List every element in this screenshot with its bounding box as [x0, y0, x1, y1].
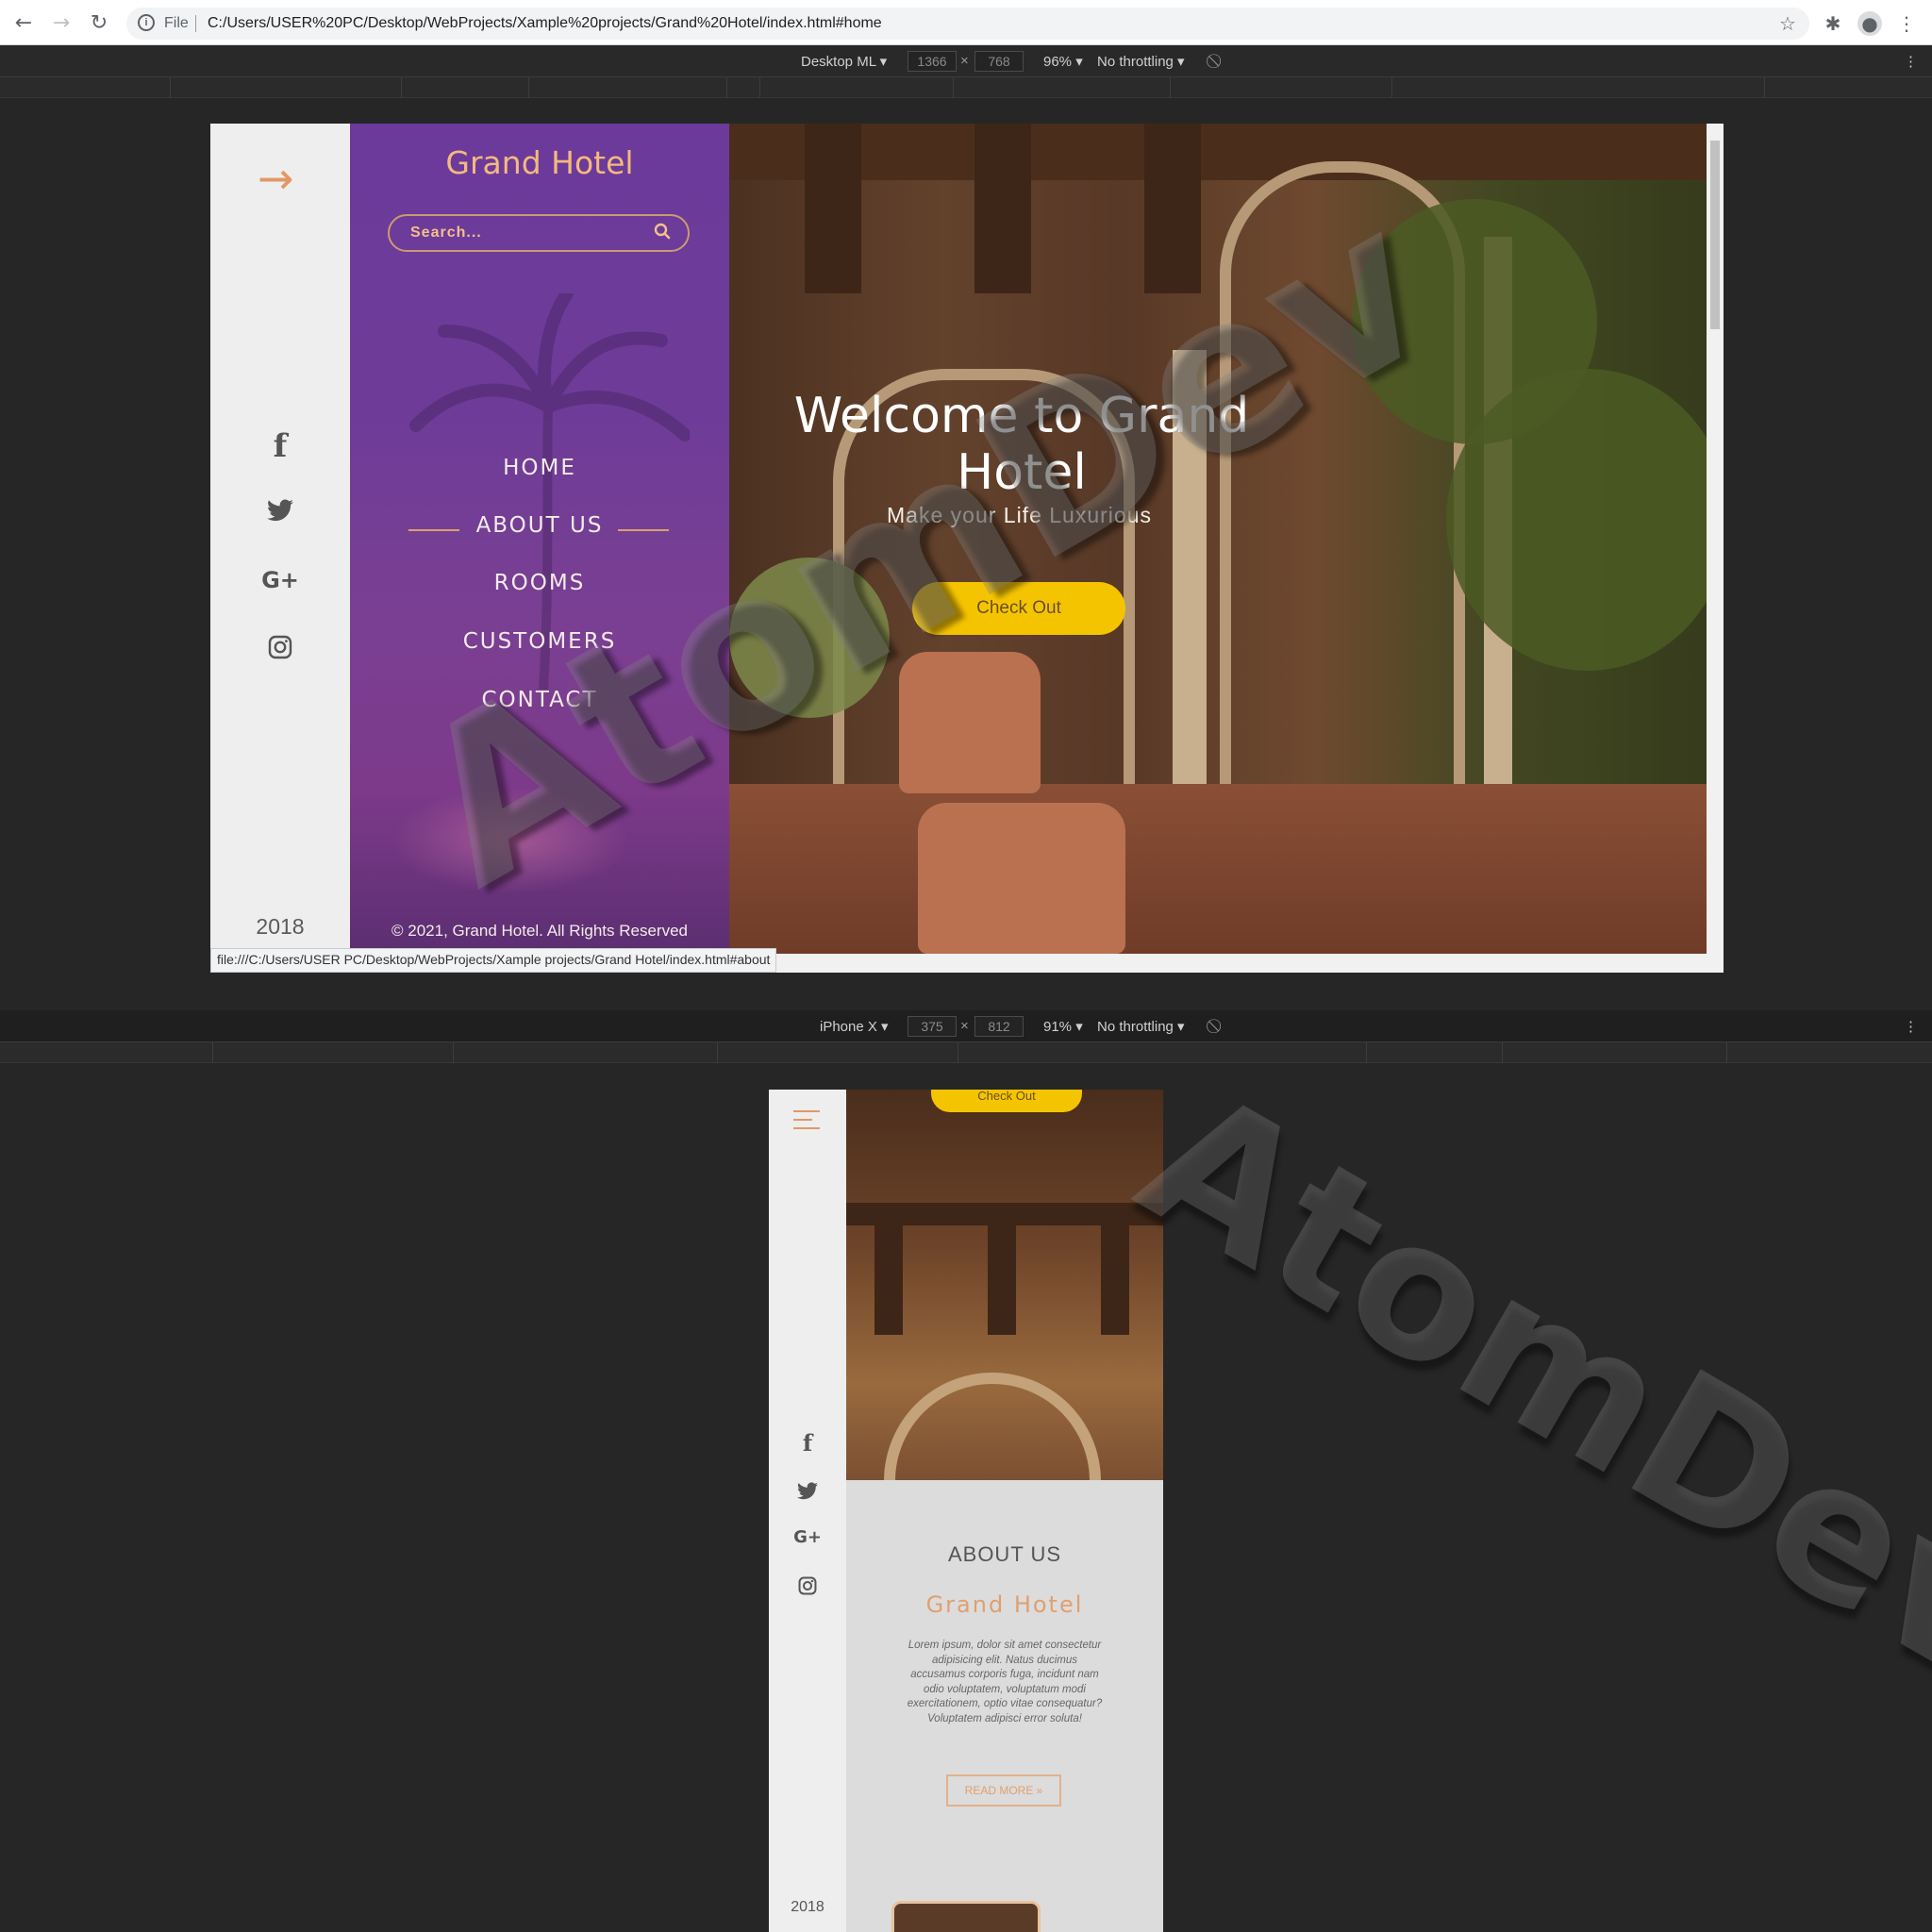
- social-rail: → f G+ 2018: [210, 124, 350, 954]
- throttling-select[interactable]: No throttling ▾: [1097, 53, 1185, 70]
- device-more-icon[interactable]: ⋮: [1904, 1018, 1918, 1035]
- status-bar-url: file:///C:/Users/USER PC/Desktop/WebProj…: [210, 948, 777, 973]
- more-menu-icon[interactable]: ⋮: [1894, 11, 1919, 36]
- floor: [729, 784, 1707, 954]
- flower-arrangement: [729, 558, 890, 718]
- about-brand: Grand Hotel: [925, 1591, 1084, 1618]
- address-bar[interactable]: i File C:/Users/USER%20PC/Desktop/WebPro…: [126, 8, 1809, 40]
- site-info-icon[interactable]: i: [138, 14, 155, 31]
- height-input[interactable]: 812: [974, 1016, 1024, 1037]
- throttling-select[interactable]: No throttling ▾: [1097, 1018, 1185, 1035]
- browser-toolbar: ← → ↻ i File C:/Users/USER%20PC/Desktop/…: [0, 0, 1932, 45]
- bookmark-star-icon[interactable]: ☆: [1775, 11, 1800, 36]
- google-plus-icon[interactable]: G+: [258, 567, 303, 593]
- device-toolbar-mobile: iPhone X ▾ 375 × 812 91% ▾ No throttling…: [0, 1010, 1932, 1042]
- device-select[interactable]: Desktop ML ▾: [801, 53, 887, 70]
- social-rail: f G+ 2018: [769, 1090, 846, 1932]
- dimension-times: ×: [960, 1018, 969, 1034]
- about-section: ABOUT US Grand Hotel Lorem ipsum, dolor …: [846, 1480, 1163, 1932]
- instagram-icon[interactable]: [789, 1576, 826, 1595]
- twitter-icon[interactable]: [261, 499, 299, 522]
- media-query-ruler: [0, 77, 1932, 98]
- facebook-icon[interactable]: f: [789, 1429, 826, 1457]
- reload-icon[interactable]: ↻: [87, 11, 111, 36]
- copyright-text: © 2021, Grand Hotel. All Rights Reserved: [391, 922, 688, 940]
- ceiling-beam: [988, 1203, 1016, 1335]
- device-toolbar-desktop: Desktop ML ▾ 1366 × 768 96% ▾ No throttl…: [0, 45, 1932, 77]
- ceiling-beam: [729, 124, 1707, 180]
- hero-subtitle: Make your Life Luxurious: [887, 503, 1152, 527]
- width-input[interactable]: 1366: [908, 51, 957, 72]
- nav-link-about[interactable]: ABOUT US: [350, 513, 729, 538]
- active-indicator-right: [618, 529, 669, 531]
- brand-logo[interactable]: Grand Hotel: [350, 144, 729, 181]
- device-more-icon[interactable]: ⋮: [1904, 53, 1918, 70]
- search-icon[interactable]: [654, 223, 671, 244]
- forward-icon[interactable]: →: [49, 11, 74, 36]
- ceiling-beam: [805, 124, 861, 293]
- twitter-icon[interactable]: [789, 1482, 826, 1500]
- scrollbar-thumb[interactable]: [1710, 141, 1720, 329]
- url-text[interactable]: C:/Users/USER%20PC/Desktop/WebProjects/X…: [208, 15, 882, 32]
- about-title: ABOUT US: [947, 1542, 1062, 1566]
- hero-section: Welcome to Grand Hotel Make your Life Lu…: [729, 124, 1707, 954]
- ceiling-beam: [1101, 1203, 1129, 1335]
- nav-link-rooms[interactable]: ROOMS: [350, 571, 729, 595]
- profile-avatar-icon[interactable]: ●: [1857, 11, 1882, 36]
- file-label: File: [164, 15, 189, 31]
- mobile-viewport: f G+ 2018 Check Out ABOUT US Grand Hotel…: [769, 1090, 1163, 1932]
- device-select[interactable]: iPhone X ▾: [820, 1018, 889, 1035]
- ceiling-beam: [874, 1203, 903, 1335]
- hero-title: Welcome to Grand Hotel: [793, 388, 1250, 501]
- height-input[interactable]: 768: [974, 51, 1024, 72]
- armchair: [899, 652, 1041, 793]
- check-out-button[interactable]: Check Out: [912, 582, 1125, 635]
- read-more-button[interactable]: READ MORE »: [946, 1774, 1061, 1807]
- watermark-text: AtomDev: [1107, 1047, 1932, 1723]
- check-out-button[interactable]: Check Out: [931, 1090, 1082, 1112]
- year-label: 2018: [256, 914, 305, 939]
- nav-link-customers[interactable]: CUSTOMERS: [350, 629, 729, 654]
- ceiling-beam: [974, 124, 1031, 293]
- desktop-viewport: → f G+ 2018 Grand Hotel Search... HOME A…: [210, 124, 1724, 973]
- nav-link-contact[interactable]: CONTACT: [350, 688, 729, 712]
- media-query-ruler: [0, 1042, 1932, 1063]
- year-label: 2018: [791, 1899, 824, 1915]
- about-image: [891, 1901, 1041, 1932]
- zoom-select[interactable]: 91% ▾: [1043, 1018, 1083, 1035]
- facebook-icon[interactable]: f: [261, 427, 299, 465]
- hamburger-menu-icon[interactable]: [793, 1110, 820, 1136]
- instagram-icon[interactable]: [261, 635, 299, 659]
- google-plus-icon[interactable]: G+: [785, 1527, 830, 1547]
- search-input[interactable]: Search...: [388, 214, 690, 252]
- arch: [884, 1373, 1101, 1480]
- search-placeholder: Search...: [410, 225, 482, 241]
- armchair: [918, 803, 1125, 954]
- width-input[interactable]: 375: [908, 1016, 957, 1037]
- back-icon[interactable]: ←: [11, 11, 36, 36]
- nav-link-home[interactable]: HOME: [350, 456, 729, 480]
- zoom-select[interactable]: 96% ▾: [1043, 53, 1083, 70]
- ceiling-beam: [1144, 124, 1201, 293]
- hero-image: Check Out: [846, 1090, 1163, 1480]
- vertical-scrollbar[interactable]: [1707, 124, 1724, 954]
- nav-sidebar: Grand Hotel Search... HOME ABOUT US ROOM…: [350, 124, 729, 954]
- menu-toggle-arrow-icon[interactable]: →: [258, 157, 294, 200]
- omnibox-separator: [195, 15, 196, 32]
- about-text: Lorem ipsum, dolor sit amet consectetur …: [907, 1640, 1103, 1724]
- dimension-times: ×: [960, 53, 969, 69]
- extensions-icon[interactable]: ✱: [1821, 11, 1845, 36]
